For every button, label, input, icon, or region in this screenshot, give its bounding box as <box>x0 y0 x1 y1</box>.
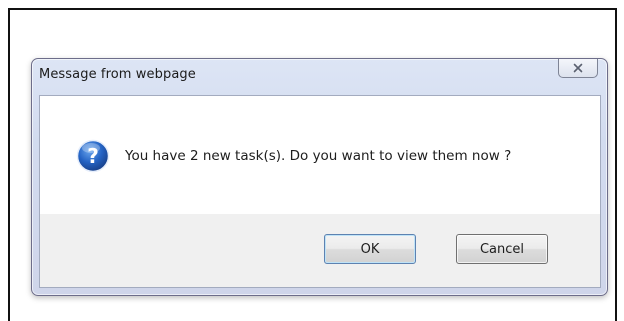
message-area: ? You have 2 new task(s). Do you want to… <box>40 96 600 214</box>
dialog-title: Message from webpage <box>39 67 196 82</box>
close-button[interactable] <box>558 59 598 78</box>
cancel-button[interactable]: Cancel <box>456 234 548 264</box>
svg-text:?: ? <box>87 144 99 168</box>
dialog-body: ? You have 2 new task(s). Do you want to… <box>39 95 601 288</box>
close-icon <box>573 63 583 73</box>
message-dialog: Message from webpage ? You have 2 new ta… <box>31 58 608 296</box>
ok-button[interactable]: OK <box>324 234 416 264</box>
dialog-message: You have 2 new task(s). Do you want to v… <box>125 148 512 164</box>
question-icon: ? <box>76 139 110 173</box>
